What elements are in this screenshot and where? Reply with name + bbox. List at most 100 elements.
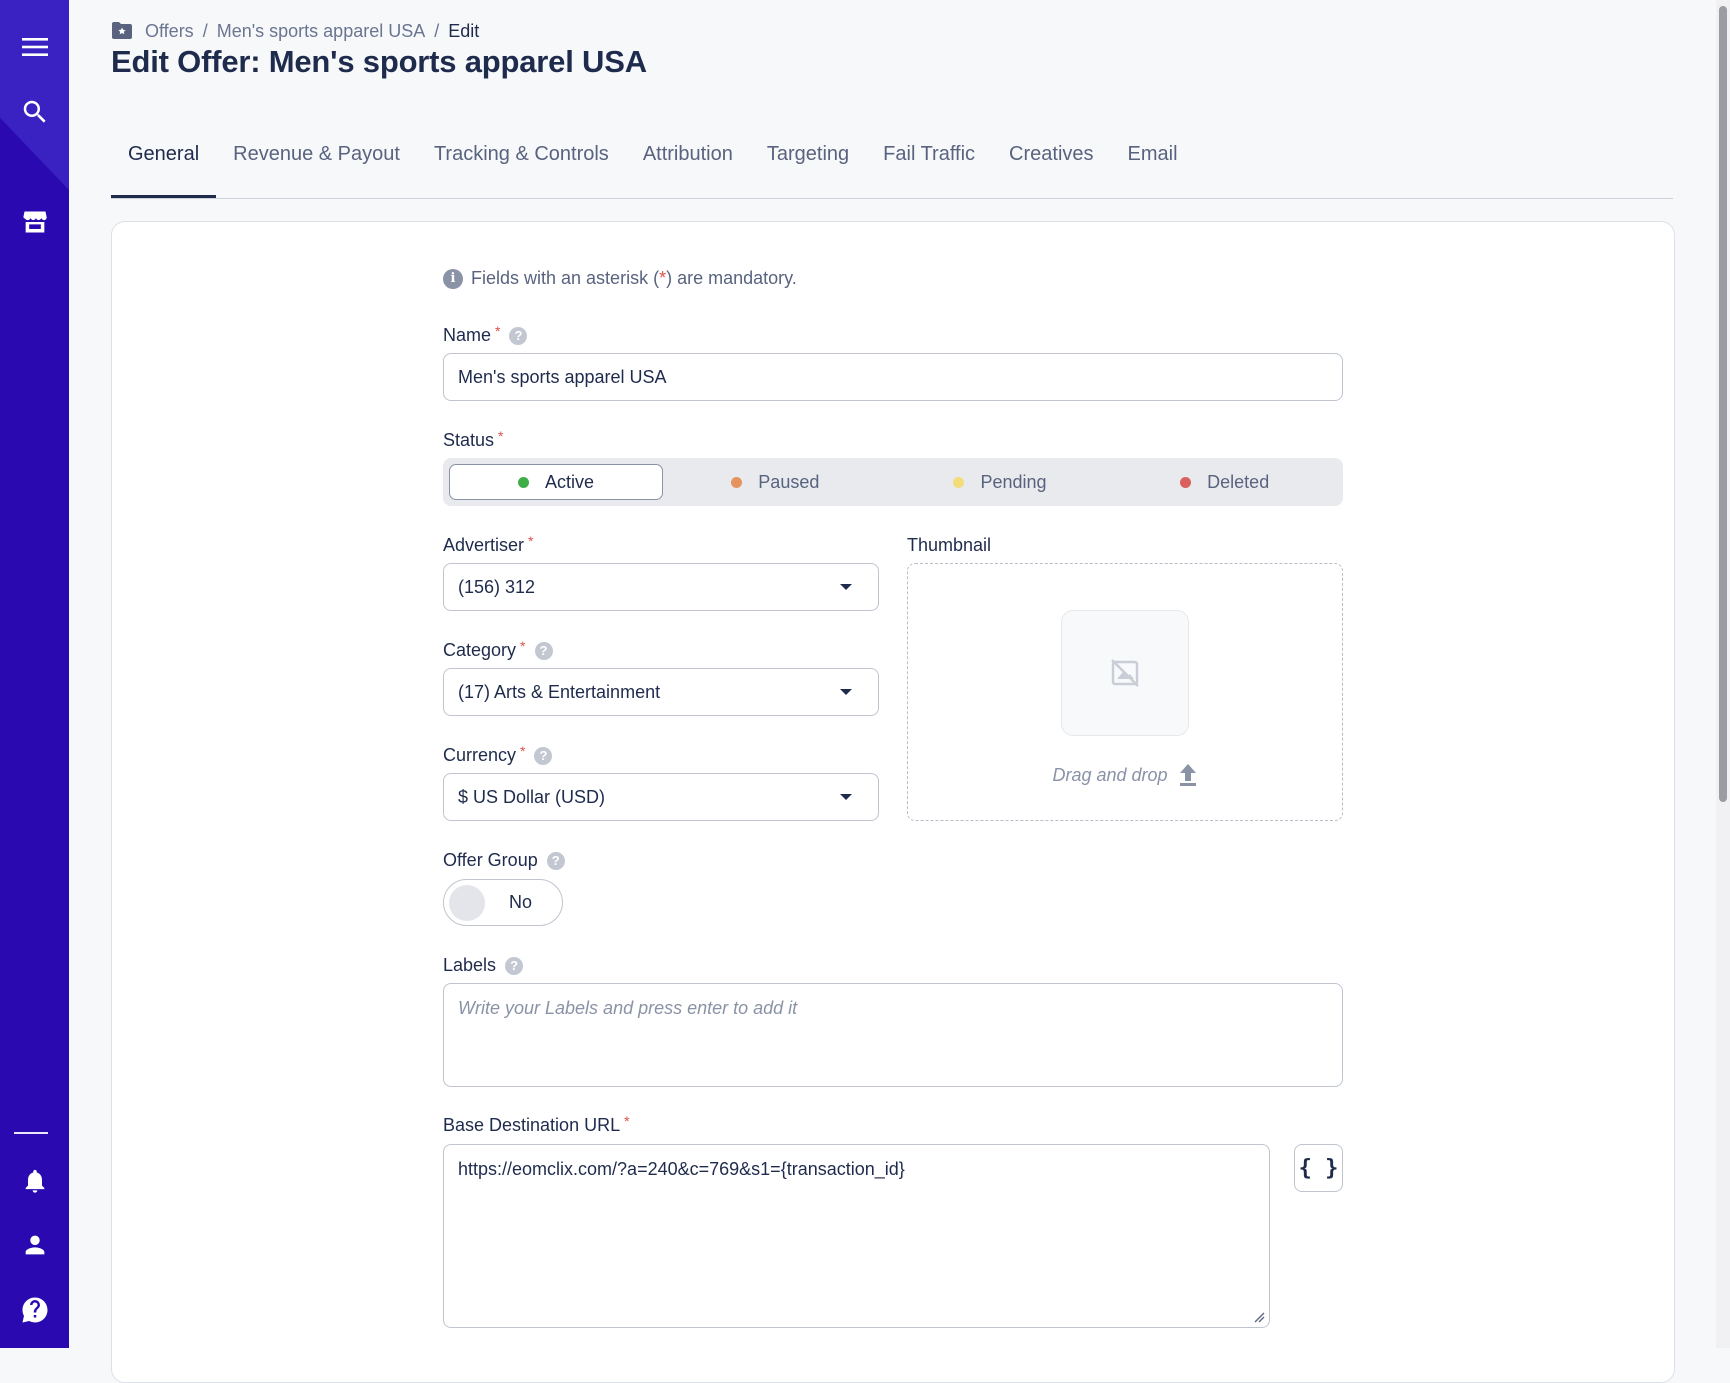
image-not-supported-icon [1111,659,1139,687]
name-input-value: Men's sports apparel USA [458,366,667,387]
labels-label: Labels ? [443,955,524,976]
tab-creatives[interactable]: Creatives [992,134,1110,196]
breadcrumb-separator: / [434,20,440,41]
drag-and-drop-text: Drag and drop [1052,764,1168,785]
tab-revenue-payout[interactable]: Revenue & Payout [216,134,417,196]
advertiser-label-text: Advertiser [443,535,525,555]
bell-icon [25,1169,44,1193]
scrollbar-thumb[interactable] [1719,6,1727,802]
offer-tabs: General Revenue & Payout Tracking & Cont… [111,134,1673,199]
advertiser-select[interactable]: (156) 312 [443,563,879,611]
help-icon[interactable]: ? [546,851,565,870]
mandatory-note: i Fields with an asterisk (*) are mandat… [443,268,797,289]
status-option-pending[interactable]: Pending [888,464,1113,500]
help-icon[interactable]: ? [509,326,528,345]
base-url-textarea[interactable]: https://eomclix.com/?a=240&c=769&s1={tra… [443,1144,1270,1328]
help-icon[interactable]: ? [505,956,524,975]
status-dot [953,476,965,488]
category-label: Category * ? [443,638,553,661]
toggle-label: No [509,892,533,912]
breadcrumb: Offers / Men's sports apparel USA / Edit [111,18,479,44]
thumbnail-preview [1061,610,1189,736]
required-marker: * [624,1113,630,1129]
required-marker: * [498,428,504,444]
base-url-label-text: Base Destination URL [443,1115,621,1135]
status-option-deleted[interactable]: Deleted [1112,464,1337,500]
page-scrollbar[interactable] [1716,0,1730,1348]
required-marker: * [520,743,526,759]
breadcrumb-offer[interactable]: Men's sports apparel USA [217,21,426,42]
base-url-value: https://eomclix.com/?a=240&c=769&s1={tra… [458,1159,905,1179]
offer-group-toggle[interactable]: No [443,879,563,926]
help-icon[interactable]: ? [534,746,553,765]
note-prefix: Fields with an asterisk ( [471,268,660,288]
offers-nav-button[interactable] [0,197,69,247]
offers-folder-icon [111,21,133,41]
insert-macro-button[interactable]: { } [1294,1144,1343,1192]
status-option-label: Active [544,471,595,492]
labels-label-text: Labels [443,955,497,975]
profile-button[interactable] [0,1220,69,1270]
currency-select[interactable]: $ US Dollar (USD) [443,773,879,821]
user-icon [25,1235,44,1255]
base-url-label: Base Destination URL * [443,1113,630,1136]
status-option-active[interactable]: Active [449,464,663,500]
status-dot [731,476,743,488]
notifications-button[interactable] [0,1156,69,1206]
sidebar-divider [14,1132,48,1134]
note-suffix: ) are mandatory. [666,268,797,288]
advertiser-select-value: (156) 312 [458,576,536,597]
status-dot [517,476,529,488]
breadcrumb-offers[interactable]: Offers [145,21,194,42]
required-marker: * [528,533,534,549]
status-selector: Active Paused Pending Deleted [443,458,1343,506]
status-option-label: Paused [758,471,820,492]
advertiser-label: Advertiser * [443,533,534,556]
caret-down-icon [840,584,852,590]
status-option-label: Deleted [1207,471,1270,492]
search-icon [23,100,46,123]
category-label-text: Category [443,640,517,660]
offer-group-label: Offer Group ? [443,850,565,871]
thumbnail-label-text: Thumbnail [907,535,992,555]
currency-label: Currency * ? [443,743,553,766]
caret-down-icon [840,794,852,800]
search-button[interactable] [0,87,69,137]
name-label-text: Name [443,325,492,345]
category-select[interactable]: (17) Arts & Entertainment [443,668,879,716]
help-button[interactable] [0,1285,69,1335]
menu-icon [21,38,48,56]
breadcrumb-separator: / [202,20,208,41]
tab-targeting[interactable]: Targeting [750,134,866,196]
breadcrumb-current: Edit [448,20,480,41]
thumbnail-dropzone[interactable]: Drag and drop [907,563,1343,821]
drag-and-drop-hint: Drag and drop [908,763,1342,787]
required-marker: * [520,638,526,654]
resize-handle-icon[interactable] [1253,1311,1265,1323]
help-icon [22,1297,47,1323]
name-input[interactable]: Men's sports apparel USA [443,353,1343,401]
store-icon [22,211,47,233]
currency-label-text: Currency [443,745,517,765]
status-label: Status * [443,428,504,451]
tab-email[interactable]: Email [1111,134,1195,196]
note-asterisk: * [659,268,667,288]
tab-tracking-controls[interactable]: Tracking & Controls [417,134,626,196]
offer-group-label-text: Offer Group [443,850,538,870]
toggle-knob [449,885,485,921]
category-select-value: (17) Arts & Entertainment [458,681,661,702]
tab-fail-traffic[interactable]: Fail Traffic [866,134,992,196]
menu-button[interactable] [0,22,69,72]
labels-placeholder: Write your Labels and press enter to add… [458,998,798,1018]
help-icon[interactable]: ? [534,641,553,660]
caret-down-icon [840,689,852,695]
tab-attribution[interactable]: Attribution [626,134,750,196]
labels-input[interactable]: Write your Labels and press enter to add… [443,983,1343,1087]
upload-icon[interactable] [1178,763,1198,787]
required-marker: * [495,323,501,339]
status-option-paused[interactable]: Paused [663,464,888,500]
tab-general[interactable]: General [111,134,217,198]
status-option-label: Pending [980,471,1047,492]
sidebar [0,0,69,1348]
page-title: Edit Offer: Men's sports apparel USA [111,44,647,79]
